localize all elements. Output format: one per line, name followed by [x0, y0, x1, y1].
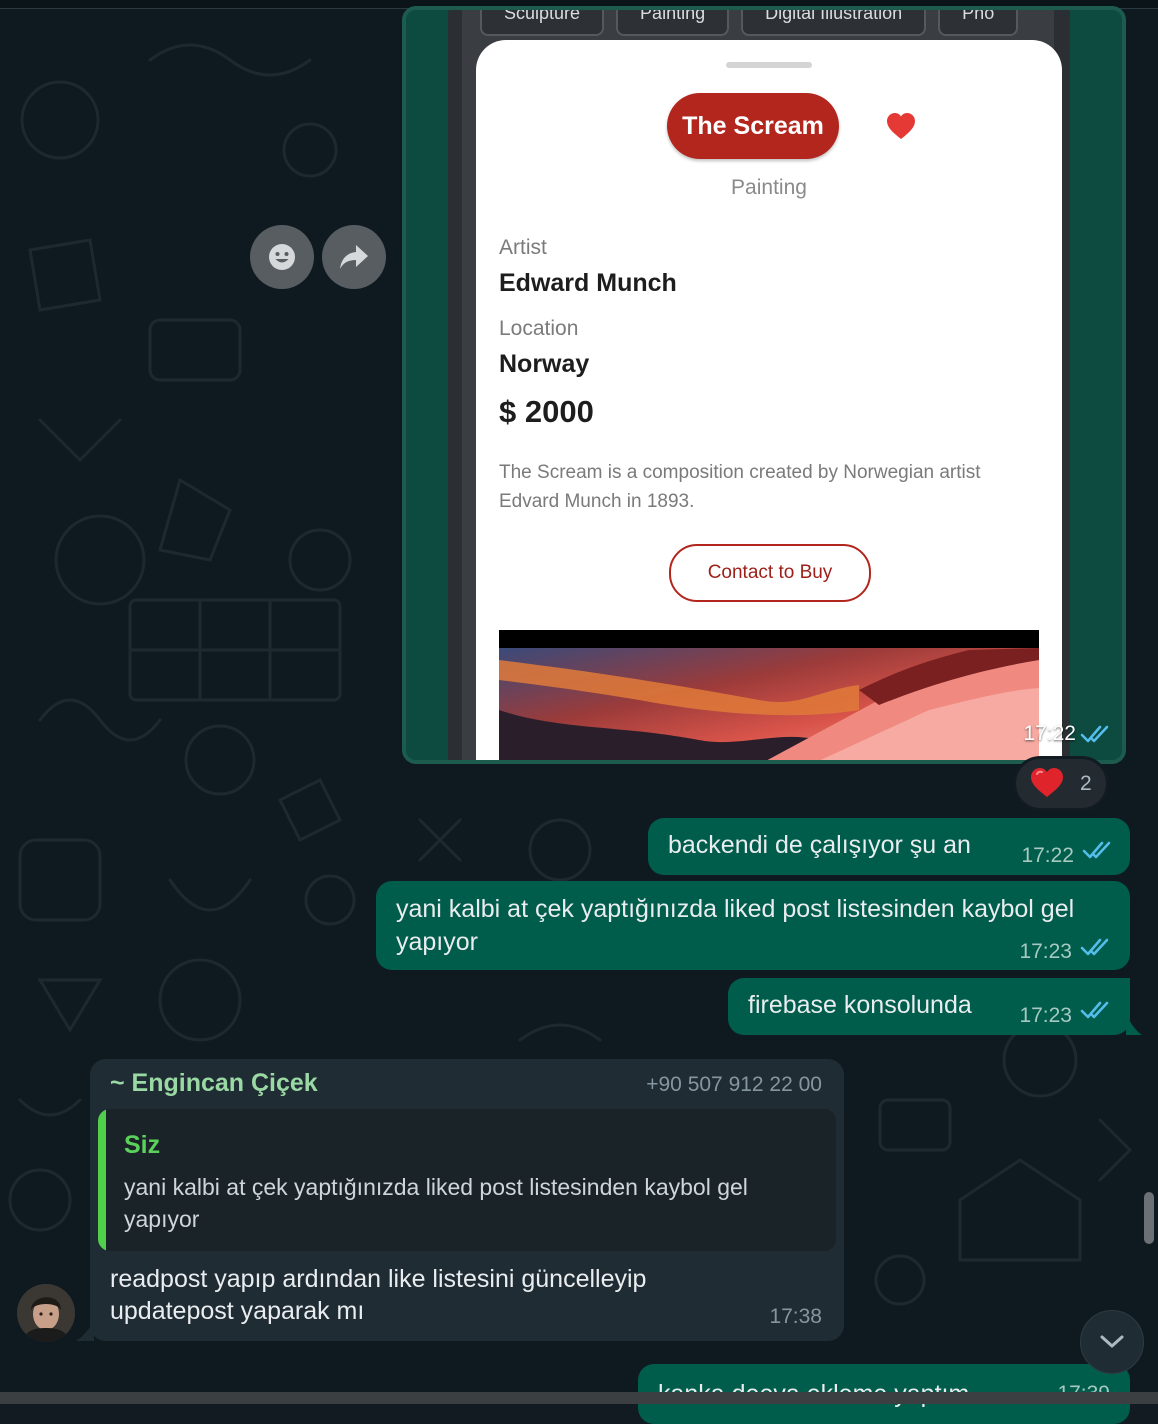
double-check-icon — [1080, 1001, 1109, 1019]
sender-phone: +90 507 912 22 00 — [646, 1073, 822, 1096]
double-check-icon — [1080, 938, 1109, 956]
message-time: 17:23 — [1019, 1004, 1072, 1027]
double-check-icon — [1080, 725, 1109, 743]
sheet-handle — [726, 62, 812, 68]
reaction-count: 2 — [1080, 772, 1092, 795]
chat-scrollbar[interactable] — [1144, 1192, 1154, 1244]
forward-button[interactable] — [322, 225, 386, 289]
phone-screenshot: Sculpture Painting Digital Illustration … — [448, 10, 1070, 760]
chip-sculpture: Sculpture — [480, 10, 605, 36]
avatar[interactable] — [17, 1284, 75, 1342]
message-time: 17:22 — [1023, 722, 1076, 745]
message-time: 17:22 — [1021, 844, 1074, 867]
window-bottom-edge — [0, 1392, 1158, 1404]
artwork-detail-sheet: The Scream Painting Artist Edward Munch … — [476, 40, 1062, 760]
heart-icon — [887, 113, 915, 139]
message-text: yani kalbi at çek yaptığınızda liked pos… — [396, 895, 1075, 956]
quote-bar — [98, 1109, 106, 1251]
chip-photo: Pho — [938, 10, 1019, 36]
image-message[interactable]: Sculpture Painting Digital Illustration … — [402, 6, 1126, 764]
outgoing-message[interactable]: backendi de çalışıyor şu an 17:22 — [648, 818, 1130, 875]
artist-label: Artist — [499, 236, 547, 259]
chip-painting: Painting — [616, 10, 730, 36]
outgoing-message[interactable]: firebase konsolunda 17:23 — [728, 978, 1130, 1035]
location-label: Location — [499, 317, 579, 340]
incoming-reply-message[interactable]: ~ Engincan Çiçek +90 507 912 22 00 Siz y… — [90, 1059, 844, 1341]
forward-icon — [340, 245, 368, 269]
artwork-image — [499, 630, 1039, 760]
contact-to-buy-button: Contact to Buy — [669, 544, 871, 602]
heart-icon — [1031, 768, 1063, 797]
message-text: readpost yapıp ardından like listesini g… — [110, 1265, 647, 1325]
message-time: 17:38 — [769, 1305, 822, 1328]
message-text: backendi de çalışıyor şu an — [668, 831, 971, 859]
quoted-author: Siz — [124, 1131, 161, 1159]
react-button[interactable] — [250, 225, 314, 289]
artist-name: Edward Munch — [499, 269, 677, 297]
artwork-description: The Scream is a composition created by N… — [499, 462, 981, 512]
chip-digital-illustration: Digital Illustration — [741, 10, 927, 36]
message-time: 17:23 — [1019, 940, 1072, 963]
bubble-tail — [76, 1320, 94, 1341]
double-check-icon — [1082, 841, 1111, 859]
message-text: firebase konsolunda — [748, 991, 972, 1019]
category-chips: Sculpture Painting Digital Illustration … — [480, 10, 1019, 42]
artwork-price: $ 2000 — [499, 394, 594, 429]
sender-name[interactable]: ~ Engincan Çiçek — [110, 1069, 318, 1098]
scroll-to-bottom-button[interactable] — [1080, 1310, 1144, 1374]
artwork-category: Painting — [731, 176, 807, 199]
location-value: Norway — [499, 350, 590, 378]
quoted-message[interactable]: Siz yani kalbi at çek yaptığınızda liked… — [98, 1109, 836, 1251]
reaction-badge[interactable]: 2 — [1013, 756, 1109, 811]
emoji-icon — [269, 244, 295, 270]
artwork-title: The Scream — [667, 93, 839, 159]
bubble-tail — [1126, 1013, 1142, 1035]
quoted-text: yani kalbi at çek yaptığınızda liked pos… — [124, 1174, 748, 1232]
outgoing-message[interactable]: yani kalbi at çek yaptığınızda liked pos… — [376, 881, 1130, 970]
chevron-down-icon — [1100, 1335, 1124, 1348]
